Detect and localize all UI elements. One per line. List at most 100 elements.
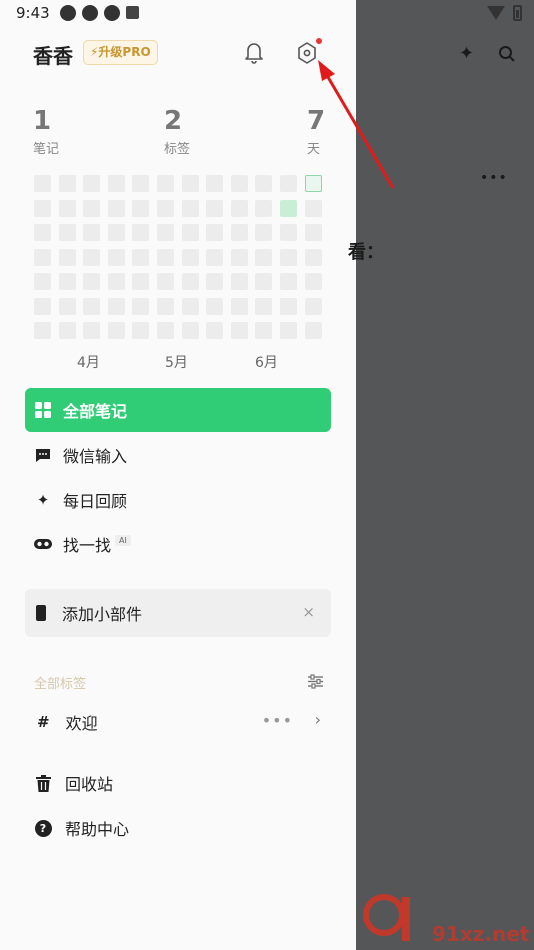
heatmap-cell: [132, 322, 150, 339]
heatmap-cell: [156, 322, 174, 339]
heatmap-cell: [206, 199, 224, 217]
heatmap-cell: [230, 322, 248, 339]
app-notification-icon: [60, 5, 76, 21]
app-notification-icon: [82, 5, 98, 21]
heatmap-cell: [181, 199, 199, 217]
help-label: 帮助中心: [65, 820, 130, 839]
heatmap-cell: [156, 297, 174, 315]
heatmap-cell: [206, 297, 224, 315]
heatmap-cell: [230, 199, 248, 217]
heatmap-cell: [181, 273, 199, 290]
heatmap-cell: [107, 224, 125, 241]
heatmap-cell: [58, 248, 76, 266]
heatmap-cell: [34, 297, 51, 315]
status-bar: 9:43: [0, 0, 534, 28]
nav-search[interactable]: 找一找 AI: [25, 522, 331, 566]
heatmap-cell: [107, 199, 125, 217]
heatmap-cell: [107, 273, 125, 290]
notification-dot: [316, 38, 322, 44]
watermark-logo: [363, 894, 410, 941]
upgrade-pro-badge[interactable]: ⚡升级PRO: [83, 40, 158, 65]
nav-trash[interactable]: 回收站: [25, 761, 331, 805]
month-label: 5月: [165, 355, 188, 371]
nav-all-notes[interactable]: 全部笔记: [25, 388, 331, 432]
chat-icon: [34, 446, 52, 464]
sparkle-icon: ✦: [459, 43, 475, 64]
glasses-icon: [34, 535, 52, 553]
heatmap-cell: [132, 248, 150, 266]
heatmap-cell: [304, 273, 322, 290]
heatmap-cell: [230, 273, 248, 290]
wifi-icon: [487, 6, 505, 20]
nav-label: 每日回顾: [63, 492, 128, 511]
user-name[interactable]: 香香: [33, 40, 73, 69]
heatmap-cell: [34, 248, 51, 266]
tag-item-welcome[interactable]: # 欢迎 ••• ›: [25, 700, 331, 744]
stat-label: 天: [307, 142, 321, 157]
chevron-right-icon[interactable]: ›: [315, 710, 321, 729]
heatmap-cell: [34, 273, 51, 290]
heatmap-cell: [230, 175, 248, 192]
background-text: 看：: [348, 242, 384, 263]
trash-label: 回收站: [65, 775, 114, 794]
heatmap-cell: [58, 224, 76, 241]
heatmap-cell: [83, 297, 101, 315]
nav-label: 找一找: [63, 536, 112, 555]
close-icon[interactable]: ×: [302, 603, 315, 621]
heatmap-cell: [83, 224, 101, 241]
scrim-overlay[interactable]: ✦ ••• 看：: [348, 0, 534, 950]
more-icon[interactable]: •••: [262, 711, 293, 730]
nav-wechat-input[interactable]: 微信输入: [25, 433, 331, 477]
heatmap-cell: [83, 199, 101, 217]
heatmap-cell: [132, 199, 150, 217]
heatmap-cell: [304, 297, 322, 315]
heatmap-cell: [181, 224, 199, 241]
nav-daily-review[interactable]: ✦ 每日回顾: [25, 478, 331, 522]
tag-label: 欢迎: [65, 714, 98, 733]
heatmap-cell: [279, 248, 297, 266]
settings-icon[interactable]: [295, 40, 319, 66]
stat-days[interactable]: 7 天: [307, 106, 325, 157]
heatmap-cell: [181, 248, 199, 266]
heatmap-cell: [156, 199, 174, 217]
heatmap-cell: [107, 322, 125, 339]
heatmap-cell: [255, 297, 273, 315]
stat-notes[interactable]: 1 笔记: [33, 106, 59, 157]
hash-icon: #: [37, 713, 50, 731]
stat-label: 笔记: [33, 142, 60, 157]
heatmap-cell: [181, 175, 199, 192]
heatmap-cell: [58, 322, 76, 339]
sparkle-icon: ✦: [36, 491, 50, 509]
heatmap-cell: [58, 297, 76, 315]
widget-label: 添加小部件: [62, 605, 143, 624]
heatmap-cell: [107, 248, 125, 266]
heatmap-cell: [255, 248, 273, 266]
bell-icon[interactable]: [242, 40, 266, 66]
heatmap-cell: [132, 175, 150, 192]
heatmap-cell: [58, 199, 76, 217]
nav-help-center[interactable]: ? 帮助中心: [25, 806, 331, 850]
stat-tags[interactable]: 2 标签: [164, 106, 190, 157]
heatmap-cell: [132, 224, 150, 241]
heatmap-cell: [279, 224, 297, 241]
add-widget-banner[interactable]: 添加小部件 ×: [25, 589, 331, 637]
heatmap-cell: [206, 322, 224, 339]
battery-icon: [513, 5, 522, 21]
heatmap-cell: [304, 224, 322, 241]
all-tags-heading[interactable]: 全部标签: [34, 673, 86, 692]
heatmap-cell: [255, 322, 273, 339]
ai-tag: AI: [115, 534, 131, 546]
month-label: 6月: [255, 355, 278, 371]
heatmap-cell: [255, 199, 273, 217]
heatmap-cell: [83, 175, 101, 192]
heatmap-cell: [255, 224, 273, 241]
heatmap-cell: [156, 224, 174, 241]
grid-icon: [34, 401, 52, 419]
heatmap-cell: [156, 175, 174, 192]
heatmap-cell: [206, 273, 224, 290]
stat-value: 2: [164, 106, 183, 136]
activity-heatmap: [34, 175, 322, 339]
filter-settings-icon[interactable]: [307, 674, 324, 689]
heatmap-cell: [279, 175, 297, 192]
stat-value: 7: [307, 106, 326, 136]
